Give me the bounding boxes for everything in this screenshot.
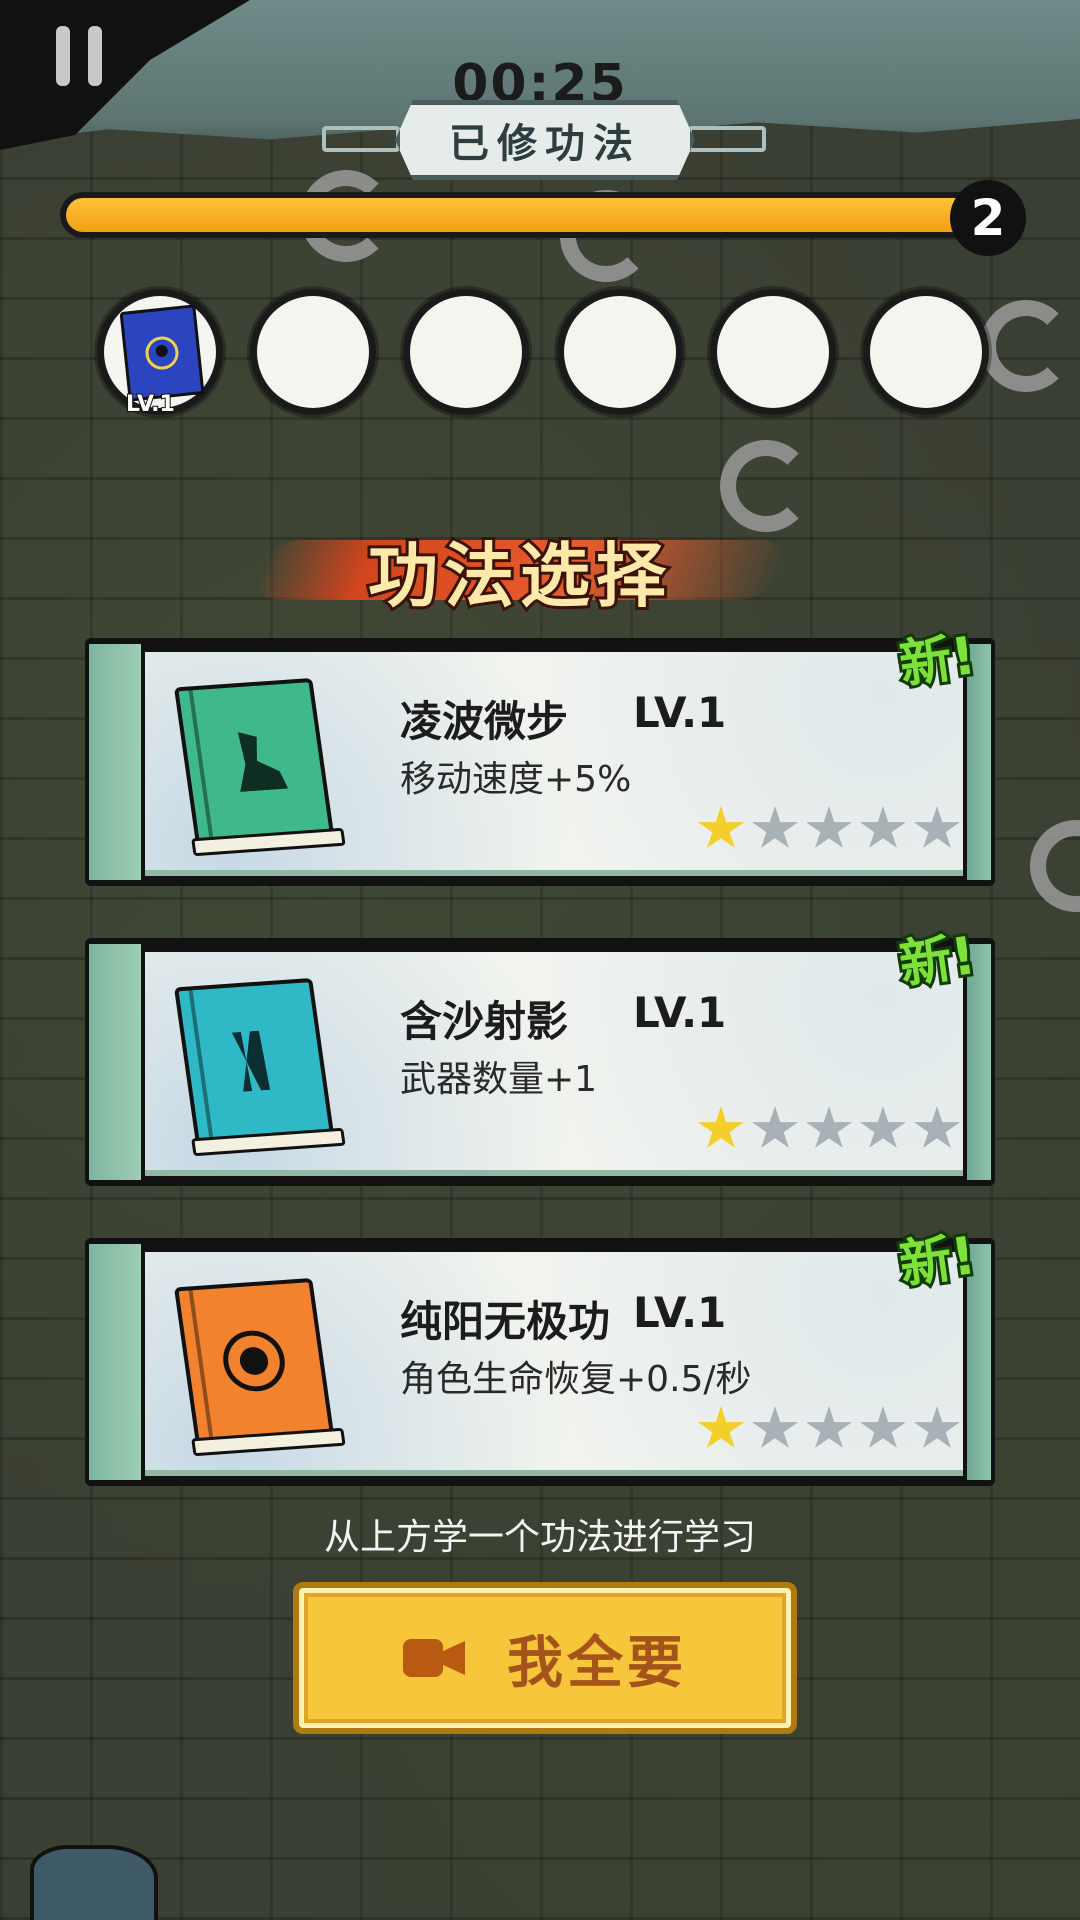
card-scroll-edge xyxy=(89,644,141,880)
star-rating xyxy=(697,1406,961,1452)
new-badge: 新! xyxy=(893,623,982,699)
selection-hint: 从上方学一个功法进行学习 xyxy=(323,1517,756,1558)
new-badge: 新! xyxy=(893,1223,982,1299)
skill-book-icon xyxy=(119,304,205,402)
card-scroll-edge xyxy=(89,944,141,1180)
snake-enemy xyxy=(980,300,1072,392)
pause-bar-icon xyxy=(56,26,70,86)
skill-card[interactable]: 凌波微步 LV.1 移动速度+5% 新! xyxy=(85,623,995,886)
skill-name: 凌波微步 xyxy=(400,697,569,746)
skill-selection-title-text: 功法选择 xyxy=(365,531,672,620)
star-icon xyxy=(859,1406,907,1448)
skill-slot-empty xyxy=(870,296,982,408)
game-screen: 00:25 已修功法 2 LV.1 功法选择 凌波微步 LV.1 移动速度+5%… xyxy=(0,0,1080,1920)
skill-name: 纯阳无极功 xyxy=(400,1297,611,1346)
snake-enemy xyxy=(720,440,812,532)
skill-level: LV.1 xyxy=(633,688,727,737)
skill-emblem-icon xyxy=(145,336,179,370)
skill-description: 角色生命恢复+0.5/秒 xyxy=(400,1359,752,1400)
rock-decoration xyxy=(30,1845,158,1920)
skill-slot-empty xyxy=(564,296,676,408)
star-icon xyxy=(805,1406,853,1448)
star-icon xyxy=(751,806,799,848)
star-icon xyxy=(805,806,853,848)
skill-name: 含沙射影 xyxy=(400,997,569,1046)
star-icon xyxy=(697,1106,745,1148)
skill-level: LV.1 xyxy=(633,988,727,1037)
skill-slot-empty xyxy=(257,296,369,408)
star-icon xyxy=(697,1406,745,1448)
take-all-button[interactable]: 我全要 xyxy=(293,1582,797,1734)
banner-ornament-left xyxy=(322,126,400,152)
claw-strike-icon xyxy=(174,977,334,1145)
skill-description: 移动速度+5% xyxy=(400,759,632,800)
star-icon xyxy=(913,806,961,848)
fist-emblem-icon xyxy=(174,1277,334,1445)
star-icon xyxy=(859,1106,907,1148)
star-icon xyxy=(751,1106,799,1148)
skill-card[interactable]: 纯阳无极功 LV.1 角色生命恢复+0.5/秒 新! xyxy=(85,1223,995,1486)
star-icon xyxy=(859,806,907,848)
star-icon xyxy=(751,1406,799,1448)
star-icon xyxy=(805,1106,853,1148)
player-level-badge: 2 xyxy=(950,180,1026,256)
boot-icon xyxy=(174,677,334,845)
card-scroll-edge xyxy=(89,1244,141,1480)
take-all-label: 我全要 xyxy=(507,1630,687,1696)
xp-progress-bar xyxy=(60,192,1020,238)
skill-slot-level: LV.1 xyxy=(125,391,176,418)
skill-level: LV.1 xyxy=(633,1288,727,1337)
star-icon xyxy=(913,1106,961,1148)
star-icon xyxy=(697,806,745,848)
skill-slot-empty xyxy=(717,296,829,408)
xp-progress-fill xyxy=(66,198,986,232)
video-ad-icon xyxy=(403,1635,465,1681)
pause-bar-icon xyxy=(88,26,102,86)
skill-card[interactable]: 含沙射影 LV.1 武器数量+1 新! xyxy=(85,923,995,1186)
star-rating xyxy=(697,1106,961,1152)
banner-ornament-right xyxy=(688,126,766,152)
star-rating xyxy=(697,806,961,852)
skill-description: 武器数量+1 xyxy=(400,1059,598,1100)
pause-button[interactable] xyxy=(46,22,116,92)
skill-slot-empty xyxy=(410,296,522,408)
star-icon xyxy=(913,1406,961,1448)
skill-selection-title: 功法选择 xyxy=(249,520,791,620)
new-badge: 新! xyxy=(893,923,982,999)
learned-skills-banner: 已修功法 xyxy=(395,100,695,180)
snake-enemy xyxy=(1030,820,1080,912)
